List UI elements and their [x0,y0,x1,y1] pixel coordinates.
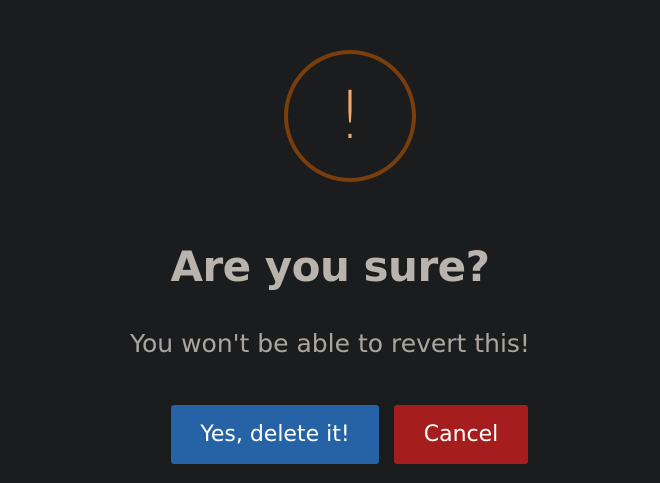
dialog-title: Are you sure? [170,242,490,291]
cancel-button[interactable]: Cancel [394,405,528,464]
warning-icon: ! [284,50,416,182]
exclamation-icon: ! [336,77,364,154]
dialog-message: You won't be able to revert this! [130,329,530,358]
confirm-delete-button[interactable]: Yes, delete it! [171,405,379,464]
confirm-dialog: ! Are you sure? You won't be able to rev… [0,0,660,483]
